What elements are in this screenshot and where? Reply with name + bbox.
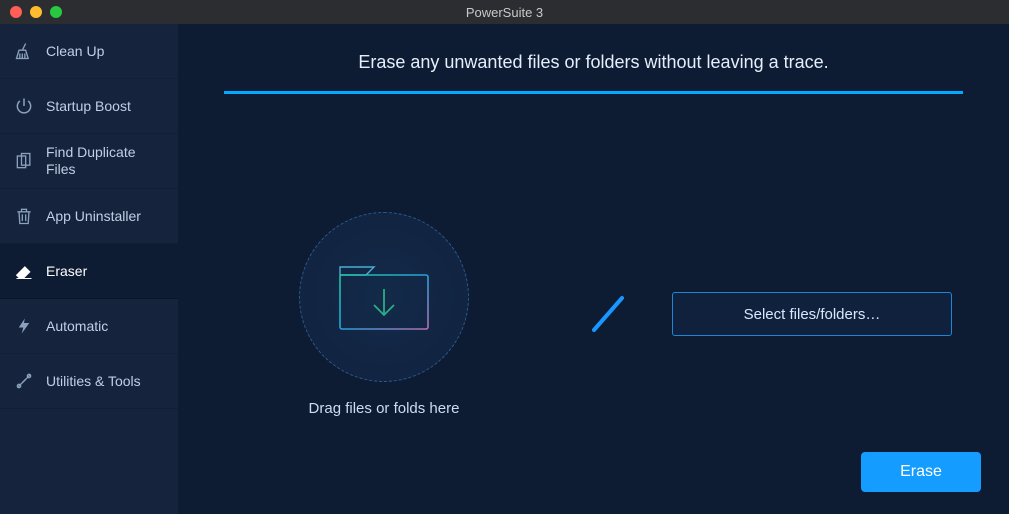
sidebar: Clean Up Startup Boost Find Duplicate Fi… — [0, 24, 178, 514]
sidebar-item-label: Automatic — [46, 318, 108, 335]
folder-download-icon — [336, 261, 432, 333]
broom-icon — [14, 41, 34, 61]
sidebar-item-label: Find Duplicate Files — [46, 144, 164, 178]
sidebar-item-label: Eraser — [46, 263, 87, 280]
window-title: PowerSuite 3 — [0, 5, 1009, 20]
sidebar-item-startup-boost[interactable]: Startup Boost — [0, 79, 178, 134]
sidebar-item-uninstaller[interactable]: App Uninstaller — [0, 189, 178, 244]
dropzone-circle — [299, 212, 469, 382]
main-panel: Erase any unwanted files or folders with… — [178, 24, 1009, 514]
page-headline: Erase any unwanted files or folders with… — [224, 24, 963, 91]
sidebar-item-label: App Uninstaller — [46, 208, 141, 225]
eraser-icon — [14, 261, 34, 281]
select-files-button[interactable]: Select files/folders… — [672, 292, 952, 336]
sidebar-item-duplicates[interactable]: Find Duplicate Files — [0, 134, 178, 189]
erase-button[interactable]: Erase — [861, 452, 981, 492]
sidebar-item-label: Utilities & Tools — [46, 373, 141, 390]
titlebar: PowerSuite 3 — [0, 0, 1009, 24]
body: Clean Up Startup Boost Find Duplicate Fi… — [0, 24, 1009, 514]
dropzone-label: Drag files or folds here — [309, 400, 460, 417]
trash-icon — [14, 206, 34, 226]
separator-slash-icon — [584, 290, 632, 338]
bolt-icon — [14, 316, 34, 336]
sidebar-item-label: Startup Boost — [46, 98, 131, 115]
select-column: Select files/folders… — [672, 292, 963, 336]
sidebar-item-label: Clean Up — [46, 43, 104, 60]
power-icon — [14, 96, 34, 116]
sidebar-item-utilities[interactable]: Utilities & Tools — [0, 354, 178, 409]
sidebar-item-eraser[interactable]: Eraser — [0, 244, 178, 299]
sidebar-item-automatic[interactable]: Automatic — [0, 299, 178, 354]
app-window: PowerSuite 3 Clean Up Startup — [0, 0, 1009, 514]
tools-icon — [14, 371, 34, 391]
duplicate-files-icon — [14, 151, 34, 171]
center-row: Drag files or folds here Select files/fo… — [224, 94, 963, 514]
dropzone[interactable]: Drag files or folds here — [224, 212, 544, 417]
sidebar-item-cleanup[interactable]: Clean Up — [0, 24, 178, 79]
